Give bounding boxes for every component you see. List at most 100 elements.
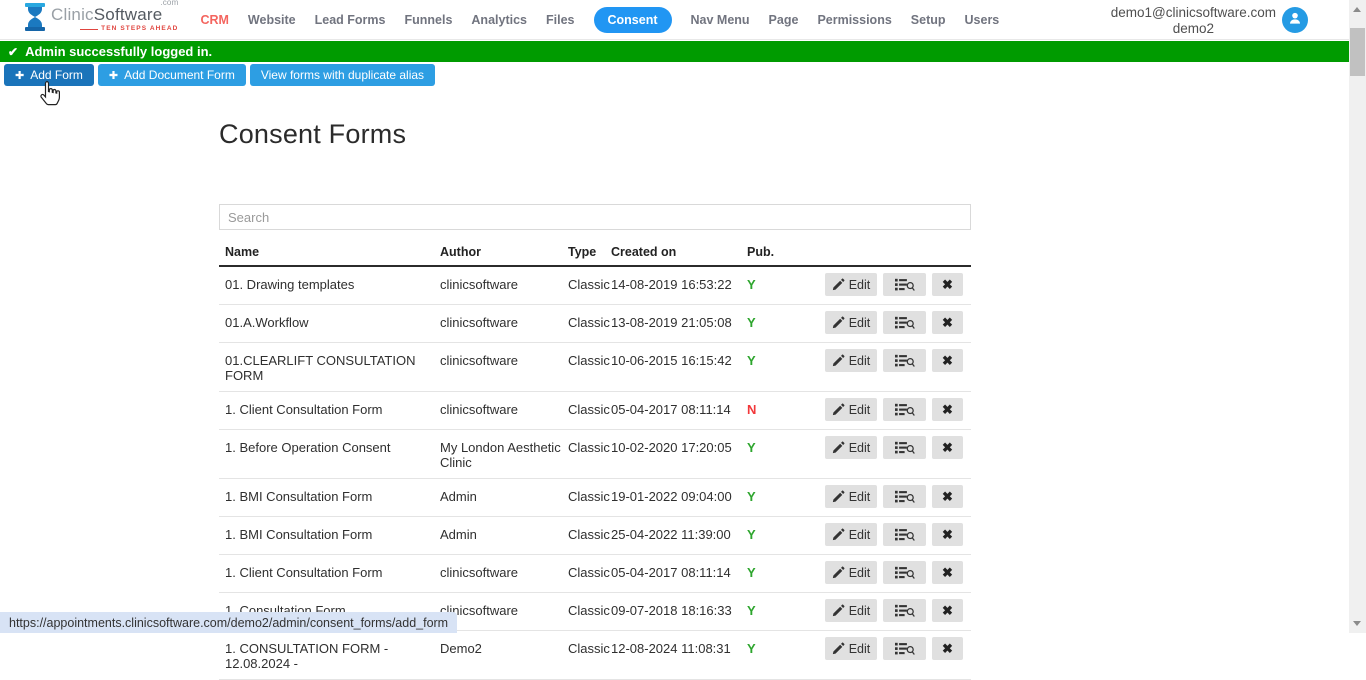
delete-button[interactable]: ✖ <box>932 398 963 421</box>
row-actions: Edit ✖ <box>825 485 971 508</box>
nav-item-funnels[interactable]: Funnels <box>404 13 452 27</box>
table-row: 1. Client Consultation Form clinicsoftwa… <box>219 555 971 593</box>
brand-tld: .com <box>160 0 178 7</box>
scroll-up-icon[interactable] <box>1353 7 1361 12</box>
nav-item-users[interactable]: Users <box>965 13 1000 27</box>
nav-item-nav-menu[interactable]: Nav Menu <box>691 13 750 27</box>
nav-item-website[interactable]: Website <box>248 13 296 27</box>
cell-name: 1. Before Operation Consent <box>219 440 434 455</box>
row-actions: Edit ✖ <box>825 436 971 459</box>
list-search-icon <box>895 354 915 368</box>
list-search-button[interactable] <box>883 349 926 372</box>
delete-button[interactable]: ✖ <box>932 311 963 334</box>
nav-item-crm[interactable]: CRM <box>200 13 228 27</box>
delete-button[interactable]: ✖ <box>932 436 963 459</box>
toolbar: ✚ Add Form ✚ Add Document Form View form… <box>4 64 435 86</box>
view-duplicate-alias-label: View forms with duplicate alias <box>261 68 424 82</box>
table-row: 01.A.Workflow clinicsoftware Classic 13-… <box>219 305 971 343</box>
x-icon: ✖ <box>942 527 953 543</box>
success-alert: ✔ Admin successfully logged in. <box>0 41 1349 62</box>
search-input[interactable] <box>219 204 971 230</box>
nav-item-permissions[interactable]: Permissions <box>817 13 891 27</box>
cell-type: Classic <box>562 402 605 417</box>
scroll-thumb[interactable] <box>1350 28 1365 76</box>
edit-button[interactable]: Edit <box>825 436 877 459</box>
row-actions: Edit ✖ <box>825 523 971 546</box>
pencil-icon <box>832 604 845 617</box>
cell-type: Classic <box>562 603 605 618</box>
nav-item-page[interactable]: Page <box>769 13 799 27</box>
nav-item-files[interactable]: Files <box>546 13 575 27</box>
delete-button[interactable]: ✖ <box>932 637 963 660</box>
cell-name: 1. Client Consultation Form <box>219 402 434 417</box>
list-search-icon <box>895 278 915 292</box>
delete-button[interactable]: ✖ <box>932 561 963 584</box>
cell-created-on: 10-06-2015 16:15:42 <box>605 353 741 368</box>
scroll-down-icon[interactable] <box>1353 621 1361 626</box>
user-avatar[interactable] <box>1282 7 1308 33</box>
pencil-icon <box>832 278 845 291</box>
cell-created-on: 14-08-2019 16:53:22 <box>605 277 741 292</box>
edit-button[interactable]: Edit <box>825 561 877 584</box>
edit-button[interactable]: Edit <box>825 398 877 421</box>
nav-item-setup[interactable]: Setup <box>911 13 946 27</box>
delete-button[interactable]: ✖ <box>932 485 963 508</box>
cell-pub: N <box>741 402 801 417</box>
edit-button[interactable]: Edit <box>825 523 877 546</box>
row-actions: Edit ✖ <box>825 273 971 296</box>
list-search-button[interactable] <box>883 561 926 584</box>
edit-button[interactable]: Edit <box>825 485 877 508</box>
edit-button[interactable]: Edit <box>825 599 877 622</box>
scrollbar[interactable] <box>1349 0 1366 633</box>
cell-type: Classic <box>562 353 605 368</box>
delete-button[interactable]: ✖ <box>932 349 963 372</box>
pencil-icon <box>832 441 845 454</box>
person-icon <box>1287 10 1303 31</box>
cell-author: clinicsoftware <box>434 565 562 580</box>
list-search-button[interactable] <box>883 599 926 622</box>
delete-button[interactable]: ✖ <box>932 523 963 546</box>
pencil-icon <box>832 403 845 416</box>
edit-button[interactable]: Edit <box>825 311 877 334</box>
edit-button-label: Edit <box>849 604 871 618</box>
cell-name: 1. BMI Consultation Form <box>219 489 434 504</box>
nav-item-analytics[interactable]: Analytics <box>471 13 527 27</box>
cell-author: clinicsoftware <box>434 402 562 417</box>
edit-button[interactable]: Edit <box>825 273 877 296</box>
list-search-button[interactable] <box>883 637 926 660</box>
x-icon: ✖ <box>942 603 953 619</box>
edit-button-label: Edit <box>849 316 871 330</box>
account-info[interactable]: demo1@clinicsoftware.com demo2 <box>1111 5 1276 37</box>
pencil-icon <box>832 642 845 655</box>
top-navbar: ClinicSoftware .com TEN STEPS AHEAD CRM W… <box>0 0 1349 40</box>
edit-button[interactable]: Edit <box>825 349 877 372</box>
cell-type: Classic <box>562 440 605 455</box>
list-search-icon <box>895 604 915 618</box>
view-duplicate-alias-button[interactable]: View forms with duplicate alias <box>250 64 435 86</box>
edit-button[interactable]: Edit <box>825 637 877 660</box>
account-company: demo2 <box>1111 21 1276 37</box>
add-document-form-button[interactable]: ✚ Add Document Form <box>98 64 246 86</box>
nav-item-lead-forms[interactable]: Lead Forms <box>315 13 386 27</box>
delete-button[interactable]: ✖ <box>932 273 963 296</box>
list-search-button[interactable] <box>883 436 926 459</box>
delete-button[interactable]: ✖ <box>932 599 963 622</box>
cell-author: clinicsoftware <box>434 353 562 368</box>
brand-logo[interactable]: ClinicSoftware .com TEN STEPS AHEAD <box>24 3 178 36</box>
cell-name: 1. BMI Consultation Form <box>219 527 434 542</box>
cell-name: 1. Client Consultation Form <box>219 565 434 580</box>
list-search-button[interactable] <box>883 523 926 546</box>
list-search-button[interactable] <box>883 311 926 334</box>
list-search-button[interactable] <box>883 485 926 508</box>
cell-name: 01.CLEARLIFT CONSULTATION FORM <box>219 353 434 383</box>
nav-item-consent[interactable]: Consent <box>594 7 672 33</box>
list-search-icon <box>895 642 915 656</box>
add-form-button[interactable]: ✚ Add Form <box>4 64 94 86</box>
header-type: Type <box>562 245 605 260</box>
edit-button-label: Edit <box>849 490 871 504</box>
x-icon: ✖ <box>942 402 953 418</box>
x-icon: ✖ <box>942 315 953 331</box>
list-search-icon <box>895 528 915 542</box>
list-search-button[interactable] <box>883 273 926 296</box>
list-search-button[interactable] <box>883 398 926 421</box>
